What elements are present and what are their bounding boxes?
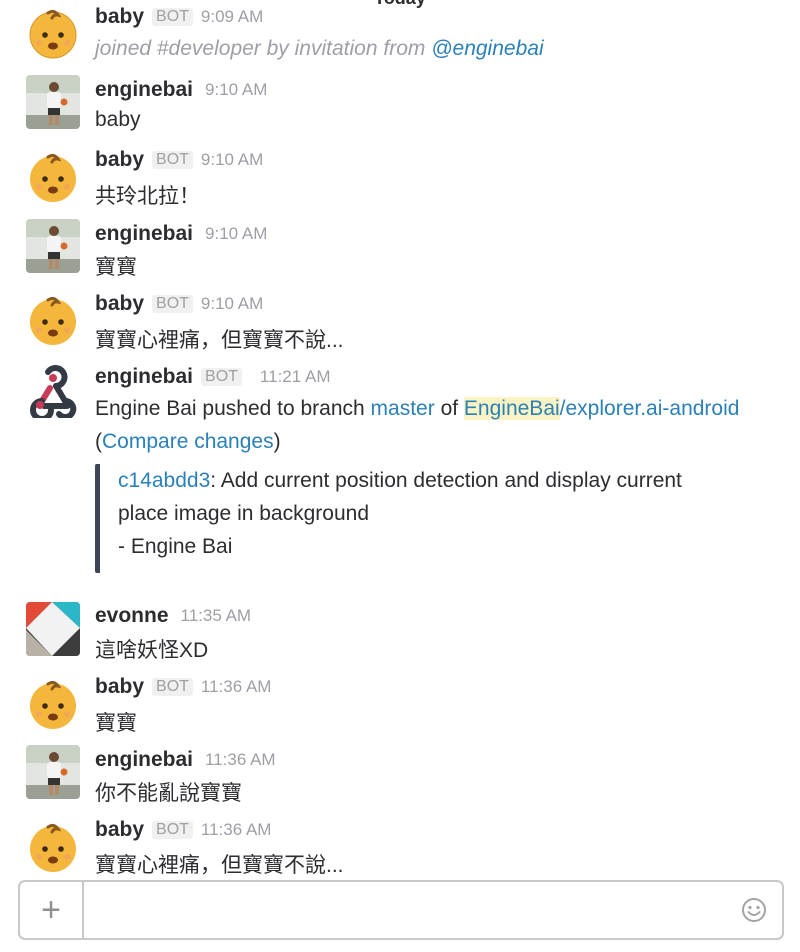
baby-face-icon — [30, 823, 76, 872]
message-text: 共玲北拉！ — [95, 185, 200, 208]
timestamp[interactable]: 9:10 AM — [205, 80, 267, 99]
push-summary: Engine Bai pushed to branch master of En… — [95, 397, 739, 421]
compare-line: (Compare changes) — [95, 430, 281, 454]
mention-link[interactable]: @enginebai — [431, 37, 543, 60]
paren: ) — [273, 430, 281, 453]
baby-emoji-avatar[interactable] — [26, 7, 80, 61]
user-avatar[interactable] — [26, 602, 80, 656]
timestamp[interactable]: 9:10 AM — [205, 224, 267, 243]
push-text: Engine Bai pushed to branch — [95, 397, 371, 420]
timestamp[interactable]: 11:36 AM — [201, 677, 272, 696]
webhook-icon — [30, 365, 77, 418]
commit-attachment: c14abdd3: Add current position detection… — [95, 464, 768, 573]
message-text: 寶寶 — [95, 256, 137, 279]
repo-owner-link[interactable]: EngineBai — [463, 397, 560, 420]
message-composer: + — [18, 880, 784, 940]
branch-link[interactable]: master — [371, 397, 435, 420]
message-text: 這啥妖怪XD — [95, 639, 209, 662]
identicon-icon — [26, 602, 80, 656]
commit-hash-link[interactable]: c14abdd3 — [118, 469, 210, 492]
author-name[interactable]: enginebai — [95, 222, 193, 245]
timestamp[interactable]: 9:10 AM — [201, 294, 263, 313]
bot-badge: BOT — [152, 8, 193, 26]
message-text: joined #developer by invitation from @en… — [95, 37, 544, 61]
commit-line: c14abdd3: Add current position detection… — [118, 464, 768, 497]
author-name[interactable]: baby — [95, 148, 144, 171]
baby-face-icon — [29, 9, 77, 59]
author-name[interactable]: enginebai — [95, 78, 193, 101]
timestamp[interactable]: 9:09 AM — [201, 7, 263, 26]
message-text: baby — [95, 108, 141, 131]
baby-emoji-avatar[interactable] — [26, 151, 80, 205]
system-text: joined #developer by invitation from — [95, 37, 432, 60]
author-name[interactable]: baby — [95, 5, 144, 28]
commit-message-cont: place image in background — [118, 502, 369, 525]
timestamp[interactable]: 11:21 AM — [260, 367, 331, 386]
author-name[interactable]: enginebai — [95, 748, 193, 771]
person-photo-icon — [26, 75, 80, 129]
user-photo-avatar[interactable] — [26, 219, 80, 273]
message-text: 寶寶心裡痛，但寶寶不說... — [95, 854, 344, 877]
bot-badge: BOT — [152, 678, 193, 696]
paren: ( — [95, 430, 102, 453]
bot-badge: BOT — [152, 295, 193, 313]
author-name[interactable]: baby — [95, 292, 144, 315]
bot-badge: BOT — [152, 821, 193, 839]
add-attachment-button[interactable]: + — [20, 882, 84, 938]
message-text: 你不能亂說寶寶 — [95, 782, 242, 805]
baby-emoji-avatar[interactable] — [26, 678, 80, 732]
commit-author: - Engine Bai — [118, 535, 233, 558]
baby-face-icon — [30, 680, 76, 729]
author-name[interactable]: baby — [95, 675, 144, 698]
compare-changes-link[interactable]: Compare changes — [102, 430, 274, 453]
message-text: 寶寶 — [95, 712, 137, 735]
baby-face-icon — [30, 153, 76, 202]
timestamp[interactable]: 11:36 AM — [205, 750, 276, 769]
baby-face-icon — [30, 296, 76, 345]
user-photo-avatar[interactable] — [26, 75, 80, 129]
timestamp[interactable]: 11:36 AM — [201, 820, 272, 839]
push-text: of — [434, 397, 464, 420]
message-text: 寶寶心裡痛，但寶寶不說... — [95, 329, 344, 352]
timestamp[interactable]: 11:35 AM — [181, 606, 252, 625]
person-photo-icon — [26, 745, 80, 799]
person-photo-icon — [26, 219, 80, 273]
author-name[interactable]: baby — [95, 818, 144, 841]
message-input[interactable] — [84, 882, 752, 938]
emoji-picker-icon[interactable] — [740, 896, 768, 924]
webhook-avatar[interactable] — [26, 364, 80, 418]
repo-link[interactable]: /explorer.ai-android — [560, 397, 740, 420]
bot-badge: BOT — [152, 151, 193, 169]
bot-badge: BOT — [201, 368, 242, 386]
author-name[interactable]: enginebai — [95, 365, 193, 388]
author-name[interactable]: evonne — [95, 604, 169, 627]
timestamp[interactable]: 9:10 AM — [201, 150, 263, 169]
commit-message: : Add current position detection and dis… — [210, 469, 682, 492]
baby-emoji-avatar[interactable] — [26, 294, 80, 348]
user-photo-avatar[interactable] — [26, 745, 80, 799]
baby-emoji-avatar[interactable] — [26, 821, 80, 875]
